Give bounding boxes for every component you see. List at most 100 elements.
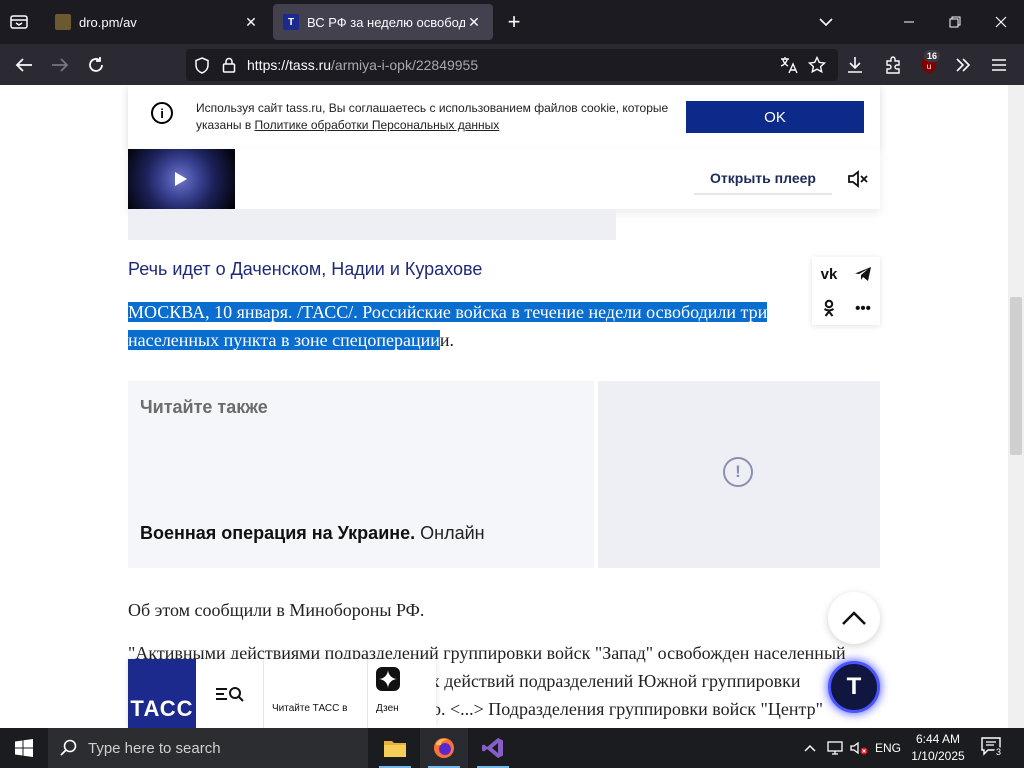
shield-icon[interactable]	[194, 57, 210, 74]
search-icon	[60, 739, 77, 756]
article-paragraph: Об этом сообщили в Минобороны РФ.	[128, 600, 425, 620]
puzzle-icon	[886, 56, 900, 74]
chevron-up-icon	[804, 744, 816, 752]
vk-share-icon[interactable]: vk	[812, 257, 846, 291]
navigation-toolbar: https://tass.ru/armiya-i-opk/22849955 u	[0, 44, 1024, 85]
close-tab-icon[interactable]: ✕	[465, 13, 483, 31]
firefox-taskbar-button[interactable]	[420, 728, 468, 768]
lock-icon[interactable]	[222, 57, 236, 73]
visual-studio-taskbar-button[interactable]	[469, 728, 517, 768]
scroll-to-top-button[interactable]	[828, 592, 880, 644]
read-also-card[interactable]: Читайте также Военная операция на Украин…	[128, 381, 594, 568]
download-icon	[848, 57, 862, 73]
network-icon	[827, 741, 843, 755]
visual-studio-icon	[482, 738, 503, 758]
taskbar-search[interactable]: Type here to search	[48, 728, 368, 768]
language-indicator[interactable]: ENG	[872, 728, 904, 768]
app-menu-button[interactable]	[986, 52, 1012, 78]
more-share-icon[interactable]: •••	[846, 291, 880, 325]
video-player-bar: Открыть плеер	[128, 149, 880, 209]
page-favicon-icon	[55, 14, 71, 30]
mute-speaker-icon[interactable]	[846, 167, 870, 191]
notifications-button[interactable]: 3	[980, 736, 1006, 760]
windows-logo-icon	[15, 739, 33, 757]
translate-icon[interactable]	[780, 56, 798, 74]
notification-count: 3	[994, 747, 1004, 757]
bottom-sticky-bar: ТАСС Читайте ТАСС в Дзен	[128, 659, 436, 728]
article-subtitle: Речь идет о Даченском, Надии и Курахове	[128, 259, 483, 279]
network-tray[interactable]	[824, 728, 846, 768]
privacy-policy-link[interactable]: Политике обработки Персональных данных	[255, 118, 500, 132]
folder-icon	[384, 741, 406, 757]
maximize-button[interactable]	[943, 10, 967, 34]
tab-dro-pm[interactable]: dro.pm/av ✕	[45, 4, 270, 40]
list-all-tabs-button[interactable]	[814, 10, 838, 34]
minimize-icon	[904, 21, 914, 23]
volume-muted-icon	[850, 741, 868, 755]
downloads-button[interactable]	[842, 52, 868, 78]
system-clock[interactable]: 6:44 AM 1/10/2025	[906, 731, 970, 765]
close-window-button[interactable]	[989, 10, 1013, 34]
menu-search-icon	[215, 686, 244, 702]
search-placeholder: Type here to search	[88, 739, 221, 757]
odnoklassniki-share-icon[interactable]	[812, 291, 846, 325]
cookie-banner: i Используя сайт tass.ru, Вы соглашаетес…	[128, 85, 880, 149]
open-player-button[interactable]: Открыть плеер	[694, 163, 832, 195]
telegram-share-icon[interactable]	[846, 257, 880, 291]
svg-text:u: u	[927, 62, 931, 71]
arrow-left-icon	[15, 58, 32, 72]
hamburger-menu-icon	[992, 59, 1006, 71]
more-tools-button[interactable]	[950, 52, 976, 78]
show-hidden-icons[interactable]	[800, 728, 820, 768]
play-icon[interactable]	[166, 169, 196, 189]
clock-time: 6:44 AM	[915, 732, 961, 746]
tab-tass[interactable]: T ВС РФ за неделю освободили ✕	[273, 4, 493, 40]
tab-list-button[interactable]	[6, 10, 32, 34]
close-icon	[995, 16, 1007, 28]
start-button[interactable]	[0, 728, 48, 768]
double-chevron-icon	[956, 58, 971, 72]
tass-favicon-icon: T	[283, 14, 299, 30]
tass-logo[interactable]: ТАСС	[128, 659, 196, 728]
file-explorer-taskbar-button[interactable]	[371, 728, 419, 768]
scrollbar-thumb[interactable]	[1010, 297, 1022, 455]
reload-button[interactable]	[83, 52, 109, 78]
tab-title: dro.pm/av	[79, 14, 137, 30]
reload-icon	[89, 57, 103, 72]
info-icon: i	[151, 102, 173, 124]
back-button[interactable]	[11, 52, 37, 78]
page-content: i Используя сайт tass.ru, Вы соглашаетес…	[0, 85, 1008, 728]
read-tass-in[interactable]: Читайте ТАСС в	[264, 659, 368, 728]
chevron-up-icon	[842, 611, 866, 625]
tab-title: ВС РФ за неделю освободили	[307, 14, 465, 30]
chevron-down-icon	[819, 18, 833, 27]
arrow-right-icon	[52, 58, 69, 72]
minimize-button[interactable]	[897, 10, 921, 34]
volume-tray[interactable]	[848, 728, 870, 768]
cookie-ok-button[interactable]: OK	[686, 101, 864, 133]
url-text[interactable]: https://tass.ru/armiya-i-opk/22849955	[247, 57, 478, 73]
dzen-icon	[376, 667, 400, 691]
new-tab-button[interactable]: +	[502, 9, 526, 34]
read-also-heading: Читайте также	[140, 397, 268, 417]
close-tab-icon[interactable]: ✕	[242, 13, 260, 31]
extensions-button[interactable]	[880, 52, 906, 78]
read-also-title[interactable]: Военная операция на Украине. Онлайн	[140, 523, 485, 544]
placeholder-band	[128, 209, 616, 240]
tass-floating-button[interactable]: T	[828, 661, 880, 713]
firefox-icon	[434, 738, 454, 758]
dzen-link[interactable]: Дзен	[368, 659, 436, 728]
cookie-text: Используя сайт tass.ru, Вы соглашаетесь …	[196, 101, 669, 132]
ad-placeholder: !	[598, 381, 880, 568]
exclamation-icon: !	[723, 457, 753, 487]
tab-strip: dro.pm/av ✕ T ВС РФ за неделю освободили…	[0, 0, 1024, 44]
menu-search-button[interactable]	[196, 659, 264, 728]
forward-button[interactable]	[47, 52, 73, 78]
windows-taskbar: Type here to search ENG 6:44 AM 1/10/202…	[0, 728, 1024, 768]
video-thumbnail[interactable]	[128, 149, 235, 209]
tab-list-icon	[10, 15, 28, 29]
bookmark-star-icon[interactable]	[808, 56, 826, 74]
clock-date: 1/10/2025	[911, 749, 965, 763]
address-bar[interactable]: https://tass.ru/armiya-i-opk/22849955	[186, 49, 838, 81]
restore-icon	[949, 16, 961, 28]
